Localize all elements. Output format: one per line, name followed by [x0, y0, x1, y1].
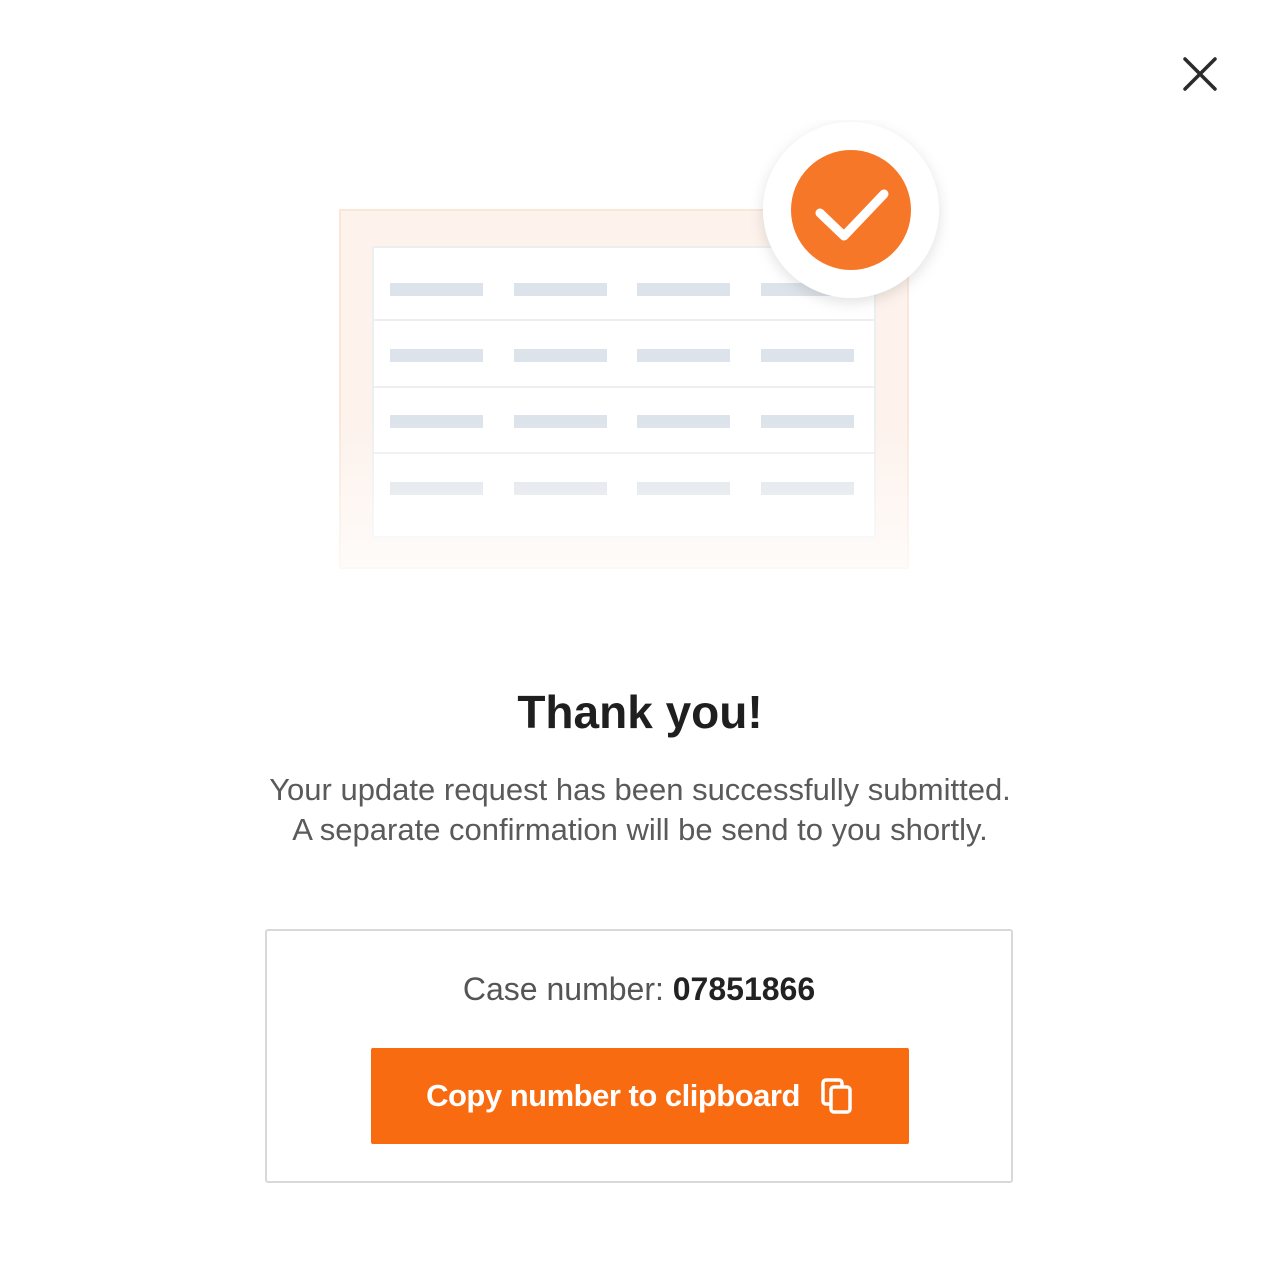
- copy-number-button[interactable]: Copy number to clipboard: [371, 1048, 909, 1144]
- message-line-2: A separate confirmation will be send to …: [292, 812, 988, 847]
- case-number-value: 07851866: [672, 971, 816, 1007]
- message-line-1: Your update request has been successfull…: [269, 772, 1011, 807]
- page-title: Thank you!: [517, 686, 763, 738]
- copy-icon: [821, 1078, 852, 1114]
- success-illustration: [330, 120, 950, 600]
- confirmation-message: Your update request has been successfull…: [0, 770, 1280, 850]
- case-number-panel: Case number: 07851866 Copy number to cli…: [265, 929, 1013, 1183]
- close-icon: [1183, 57, 1217, 91]
- checkmark-icon: [763, 122, 939, 298]
- case-number-row: Case number: 07851866: [267, 969, 1011, 1009]
- success-dialog: Thank you! Your update request has been …: [0, 0, 1280, 1264]
- copy-button-label: Copy number to clipboard: [426, 1078, 800, 1113]
- close-button[interactable]: [1180, 54, 1220, 94]
- case-number-label: Case number:: [462, 971, 673, 1007]
